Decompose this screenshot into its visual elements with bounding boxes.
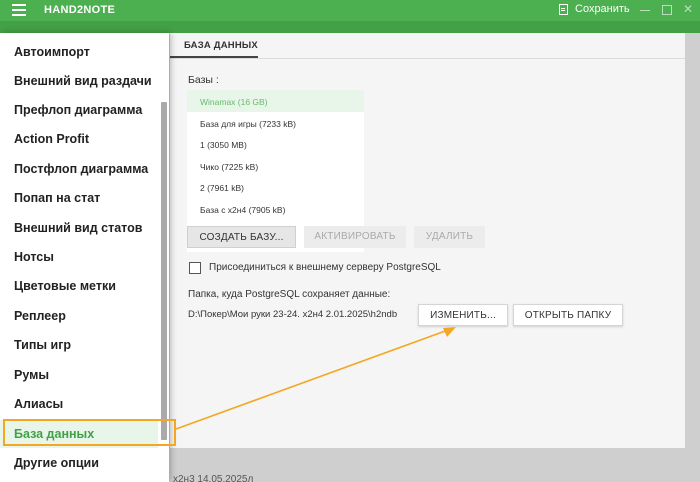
activate-button[interactable]: АКТИВИРОВАТЬ <box>304 226 406 248</box>
header-strip <box>0 21 700 33</box>
minimize-icon[interactable] <box>640 10 650 11</box>
list-item[interactable]: 2 (7961 kB) <box>187 176 364 198</box>
change-folder-button[interactable]: ИЗМЕНИТЬ... <box>418 304 508 326</box>
tab-database[interactable]: БАЗА ДАННЫХ <box>170 33 258 58</box>
settings-sidebar: Автоимпорт Внешний вид раздачи Префлоп д… <box>0 33 169 482</box>
sidebar-item-preflop-chart[interactable]: Префлоп диаграмма <box>0 103 158 117</box>
sidebar-item-replayer[interactable]: Реплеер <box>0 309 158 323</box>
sidebar-item-notes[interactable]: Нотсы <box>0 250 158 264</box>
sidebar-item-color-markers[interactable]: Цветовые метки <box>0 279 158 293</box>
delete-button[interactable]: УДАЛИТЬ <box>414 226 485 248</box>
maximize-icon[interactable] <box>662 5 672 15</box>
hamburger-menu-icon[interactable] <box>12 4 26 16</box>
database-settings-panel: БАЗА ДАННЫХ Базы : Winamax (16 GB) База … <box>170 33 685 448</box>
sidebar-item-hand-view[interactable]: Внешний вид раздачи <box>0 74 158 88</box>
list-item[interactable]: База для игры (7233 kB) <box>187 112 364 134</box>
title-bar: HAND2NOTE Сохранить ✕ <box>0 0 700 21</box>
save-button[interactable]: Сохранить <box>559 3 630 15</box>
bases-label: Базы : <box>188 74 219 86</box>
folder-path: D:\Покер\Мои руки 23-24. x2н4 2.01.2025\… <box>188 309 398 320</box>
sidebar-item-stats-view[interactable]: Внешний вид статов <box>0 221 158 235</box>
save-label: Сохранить <box>575 3 630 15</box>
sidebar-item-rooms[interactable]: Румы <box>0 368 158 382</box>
sidebar-item-postflop-chart[interactable]: Постфлоп диаграмма <box>0 162 158 176</box>
sidebar-item-aliases[interactable]: Алиасы <box>0 397 158 411</box>
tab-divider <box>170 58 685 59</box>
list-item[interactable]: База с x2н4 (7905 kB) <box>187 198 364 220</box>
close-icon[interactable]: ✕ <box>683 3 693 15</box>
create-database-button[interactable]: СОЗДАТЬ БАЗУ... <box>187 226 296 248</box>
external-server-label: Присоединиться к внешнему серверу Postgr… <box>209 262 441 273</box>
open-folder-button[interactable]: ОТКРЫТЬ ПАПКУ <box>513 304 623 326</box>
background-text: x2н3 14.05.2025л <box>173 474 254 482</box>
external-server-checkbox[interactable] <box>189 262 201 274</box>
highlight-box <box>3 419 176 446</box>
save-icon <box>559 3 568 15</box>
sidebar-scrollbar[interactable] <box>161 102 167 440</box>
app-title: HAND2NOTE <box>44 4 116 16</box>
folder-label: Папка, куда PostgreSQL сохраняет данные: <box>188 289 391 300</box>
sidebar-item-other-options[interactable]: Другие опции <box>0 456 158 470</box>
list-item[interactable]: Чико (7225 kB) <box>187 155 364 177</box>
list-item[interactable]: Winamax (16 GB) <box>187 90 364 112</box>
sidebar-item-game-types[interactable]: Типы игр <box>0 338 158 352</box>
list-item[interactable]: 1 (3050 MB) <box>187 133 364 155</box>
sidebar-item-stat-popup[interactable]: Попап на стат <box>0 191 158 205</box>
sidebar-item-action-profit[interactable]: Action Profit <box>0 132 158 146</box>
sidebar-item-autoimport[interactable]: Автоимпорт <box>0 45 158 59</box>
